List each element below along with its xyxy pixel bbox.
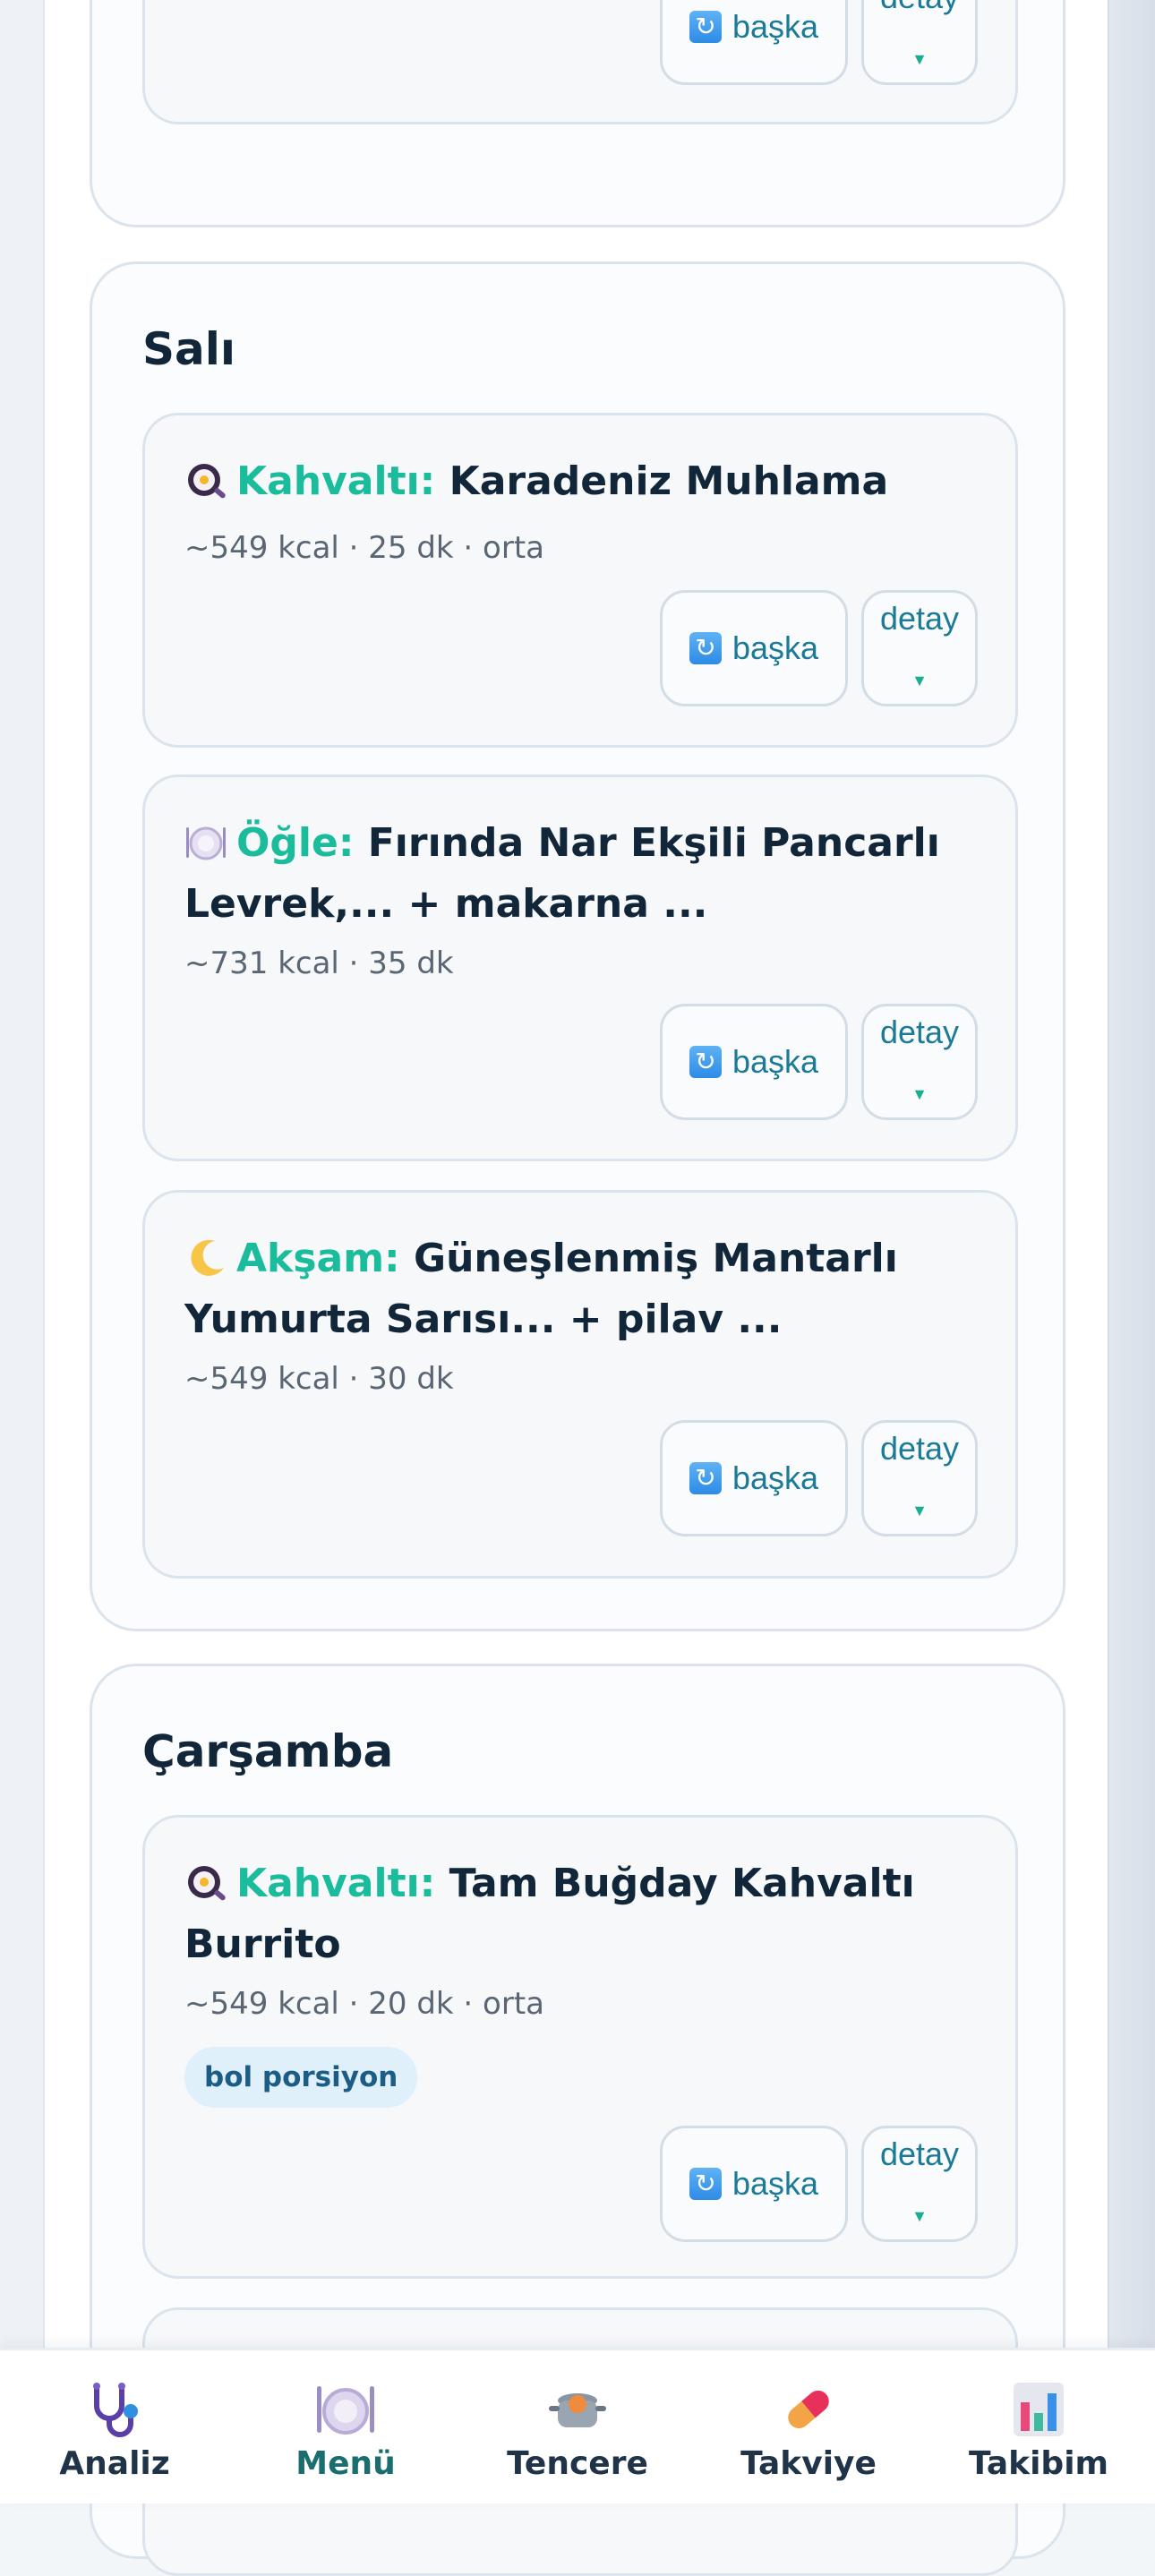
meal-title: Kahvaltı: Tam Buğday Kahvaltı Burrito xyxy=(184,1853,962,1975)
detail-button-label: detay xyxy=(864,0,975,16)
caret-down-icon: ▼ xyxy=(911,672,928,689)
meal-card-lunch[interactable]: Öğle: Fırında Nar Ekşili Pancarlı Levrek… xyxy=(142,775,1018,1161)
meal-card-breakfast[interactable]: Kahvaltı: Tam Buğday Kahvaltı Burrito ~5… xyxy=(142,1815,1018,2279)
other-button-label: başka xyxy=(732,1459,819,1496)
day-title: Salı xyxy=(142,323,236,375)
detail-button[interactable]: detay ▼ xyxy=(861,1004,978,1120)
refresh-icon: ↻ xyxy=(689,11,722,43)
refresh-icon: ↻ xyxy=(689,632,722,664)
tab-label: Takibim xyxy=(968,2445,1109,2482)
meal-title: Akşam: Güneşlenmiş Mantarlı Yumurta Sarı… xyxy=(184,1228,962,1350)
detail-button[interactable]: detay ▼ xyxy=(861,2126,978,2242)
day-card-tuesday: Salı Kahvaltı: Karadeniz Muhlama ~549 kc… xyxy=(90,261,1065,1631)
detail-button-label: detay xyxy=(879,2135,960,2172)
meal-type-label: Akşam: xyxy=(236,1236,400,1281)
page-border-right xyxy=(1108,0,1109,2503)
refresh-icon: ↻ xyxy=(689,1462,722,1494)
tab-tencere[interactable]: Tencere xyxy=(479,2377,676,2482)
caret-down-icon: ▼ xyxy=(911,1085,928,1103)
meal-card-breakfast[interactable]: Kahvaltı: Karadeniz Muhlama ~549 kcal · … xyxy=(142,413,1018,748)
meal-card-dinner[interactable]: Akşam: Güneşlenmiş Mantarlı Yumurta Sarı… xyxy=(142,1190,1018,1579)
detail-button[interactable]: detay ▼ xyxy=(861,590,978,706)
tab-takviye[interactable]: Takviye xyxy=(710,2377,907,2482)
stethoscope-icon xyxy=(93,2383,138,2437)
portion-tag: bol porsiyon xyxy=(184,2047,418,2108)
detail-button-label: detay xyxy=(879,600,960,637)
meal-title: Kahvaltı: Karadeniz Muhlama xyxy=(184,451,962,512)
other-button-label: başka xyxy=(732,8,819,45)
frying-pan-icon xyxy=(188,1866,226,1901)
tab-label: Takviye xyxy=(740,2445,877,2482)
caret-down-icon: ▼ xyxy=(911,2207,928,2225)
refresh-icon: ↻ xyxy=(689,1046,722,1078)
meal-meta: ~549 kcal · 30 dk xyxy=(184,1361,454,1397)
day-title: Çarşamba xyxy=(142,1725,394,1777)
caret-down-icon: ▼ xyxy=(911,50,928,68)
bar-chart-icon xyxy=(1014,2383,1064,2436)
other-button-label: başka xyxy=(732,629,819,666)
tab-label: Menü xyxy=(295,2445,396,2482)
meal-type-label: Kahvaltı: xyxy=(236,458,436,504)
other-suggestion-button[interactable]: ↻ başka xyxy=(660,1004,848,1120)
detail-button[interactable]: detay ▼ xyxy=(861,1420,978,1536)
other-suggestion-button[interactable]: ↻ başka xyxy=(660,2126,848,2242)
meal-type-label: Öğle: xyxy=(236,820,355,866)
tab-label: Analiz xyxy=(59,2445,170,2482)
plate-icon xyxy=(186,826,226,860)
frying-pan-icon xyxy=(188,464,226,499)
other-suggestion-button[interactable]: ↻ başka xyxy=(660,0,848,85)
meal-meta: ~549 kcal · 20 dk · orta xyxy=(184,1986,544,2022)
detail-button-label: detay xyxy=(879,1014,960,1050)
pot-icon xyxy=(549,2393,606,2427)
other-button-label: başka xyxy=(732,1043,819,1080)
other-suggestion-button[interactable]: ↻ başka xyxy=(660,1420,848,1536)
tab-takibim[interactable]: Takibim xyxy=(940,2377,1137,2482)
meal-title: Öğle: Fırında Nar Ekşili Pancarlı Levrek… xyxy=(184,813,962,935)
meal-type-label: Kahvaltı: xyxy=(236,1861,436,1906)
refresh-icon: ↻ xyxy=(689,2168,722,2200)
page-border-left xyxy=(43,0,45,2503)
tab-label: Tencere xyxy=(507,2445,648,2482)
moon-icon xyxy=(191,1239,224,1276)
tab-analiz[interactable]: Analiz xyxy=(16,2377,213,2482)
meal-name: Karadeniz Muhlama xyxy=(449,458,889,504)
day-card-previous: ↻ başka detay ▼ xyxy=(90,0,1065,227)
other-button-label: başka xyxy=(732,2165,819,2202)
meal-meta: ~549 kcal · 25 dk · orta xyxy=(184,530,544,566)
tab-menu[interactable]: Menü xyxy=(247,2377,444,2482)
pill-icon xyxy=(788,2391,829,2428)
detail-button[interactable]: detay ▼ xyxy=(861,0,978,85)
plate-icon xyxy=(317,2386,374,2435)
detail-button-label: detay xyxy=(879,1430,960,1467)
other-suggestion-button[interactable]: ↻ başka xyxy=(660,590,848,706)
meal-meta: ~731 kcal · 35 dk xyxy=(184,946,454,981)
caret-down-icon: ▼ xyxy=(911,1502,928,1519)
bottom-tab-bar: Analiz Menü Tencere Takviye Takibim xyxy=(0,2348,1155,2503)
meal-card: ↻ başka detay ▼ xyxy=(142,0,1018,124)
